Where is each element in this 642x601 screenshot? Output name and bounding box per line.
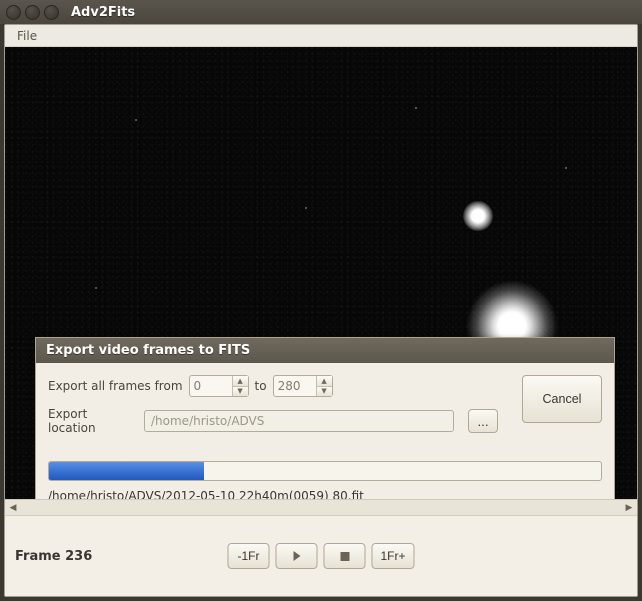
video-viewer: Export video frames to FITS Export all f… xyxy=(5,47,637,515)
spin-down-icon[interactable]: ▼ xyxy=(233,387,248,397)
play-button[interactable] xyxy=(275,543,317,569)
close-icon[interactable] xyxy=(6,5,21,20)
scroll-track[interactable] xyxy=(21,500,621,515)
play-icon xyxy=(293,551,300,561)
scroll-left-icon[interactable]: ◀ xyxy=(5,503,21,513)
stop-button[interactable] xyxy=(323,543,365,569)
star-speck xyxy=(135,119,137,121)
minimize-icon[interactable] xyxy=(25,5,40,20)
to-label: to xyxy=(255,379,267,393)
dialog-title: Export video frames to FITS xyxy=(36,338,614,363)
spin-down-icon[interactable]: ▼ xyxy=(317,387,332,397)
frame-label: Frame 236 xyxy=(15,549,92,564)
from-spinner[interactable]: ▲ ▼ xyxy=(189,375,249,397)
spin-up-icon[interactable]: ▲ xyxy=(317,376,332,387)
horizontal-scrollbar[interactable]: ◀ ▶ xyxy=(5,499,637,515)
footer: Frame 236 -1Fr 1Fr+ xyxy=(5,515,637,596)
next-frame-button[interactable]: 1Fr+ xyxy=(371,543,414,569)
star-medium xyxy=(463,201,493,231)
window-title: Adv2Fits xyxy=(71,5,135,20)
maximize-icon[interactable] xyxy=(44,5,59,20)
progress-fill xyxy=(49,462,204,480)
menubar: File xyxy=(5,25,637,47)
star-speck xyxy=(565,167,567,169)
progress-bar xyxy=(48,461,602,481)
location-input[interactable] xyxy=(144,410,454,432)
cancel-button[interactable]: Cancel xyxy=(522,375,602,423)
to-spinner[interactable]: ▲ ▼ xyxy=(273,375,333,397)
star-speck xyxy=(95,287,97,289)
to-input[interactable] xyxy=(274,376,316,396)
from-label: Export all frames from xyxy=(48,379,183,393)
menu-file[interactable]: File xyxy=(11,27,43,45)
prev-frame-button[interactable]: -1Fr xyxy=(227,543,269,569)
star-speck xyxy=(415,107,417,109)
stop-icon xyxy=(340,552,349,561)
location-label: Export location xyxy=(48,407,138,435)
dialog-body: Export all frames from ▲ ▼ to xyxy=(36,363,614,515)
spin-up-icon[interactable]: ▲ xyxy=(233,376,248,387)
browse-button[interactable]: ... xyxy=(468,409,498,433)
star-speck xyxy=(305,207,307,209)
window-controls xyxy=(6,5,59,20)
from-input[interactable] xyxy=(190,376,232,396)
playback-controls: -1Fr 1Fr+ xyxy=(227,543,414,569)
scroll-right-icon[interactable]: ▶ xyxy=(621,503,637,513)
window-body: File Export video frames to FITS Export … xyxy=(4,24,638,597)
titlebar: Adv2Fits xyxy=(0,0,642,24)
export-dialog: Export video frames to FITS Export all f… xyxy=(35,337,615,515)
